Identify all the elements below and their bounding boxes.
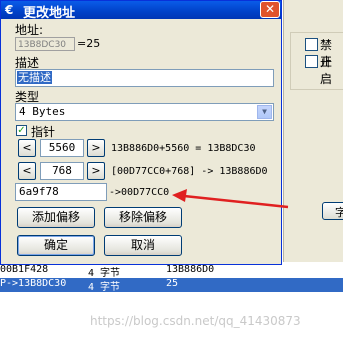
row-address: 00B1F428 — [0, 264, 49, 275]
chevron-left-icon: < — [22, 164, 32, 177]
dialog-title: 更改地址 — [23, 6, 76, 21]
background-checkbox-2[interactable] — [305, 55, 318, 68]
offset-2-increment-button[interactable]: > — [87, 162, 105, 180]
chevron-left-icon: < — [22, 141, 32, 154]
offset-2-input[interactable]: 768 — [40, 162, 84, 180]
offset-1-input[interactable]: 5560 — [40, 139, 84, 157]
pointer-checkbox[interactable]: ✓ — [16, 125, 27, 136]
background-checkbox-2-label: 开启 — [320, 55, 333, 86]
row-address: P->13B8DC30 — [0, 278, 67, 289]
watermark: https://blog.csdn.net/qq_41430873 — [90, 314, 301, 328]
background-checkbox-1[interactable] — [305, 38, 318, 51]
chevron-right-icon: > — [91, 164, 101, 177]
row-value: 13B886D0 — [166, 264, 215, 275]
row-type: 4 字节 — [88, 282, 121, 293]
offset-1-decrement-button[interactable]: < — [18, 139, 36, 157]
type-select[interactable]: 4 Bytes ▼ — [15, 103, 274, 121]
app-icon: € — [5, 3, 14, 17]
type-select-value: 4 Bytes — [19, 105, 66, 118]
base-address-result: ->00D77CC0 — [109, 187, 170, 198]
add-offset-button[interactable]: 添加偏移 — [17, 207, 95, 228]
chevron-right-icon: > — [91, 141, 101, 154]
ok-button[interactable]: 确定 — [17, 235, 95, 256]
address-label: 地址: — [15, 23, 44, 37]
base-address-input[interactable]: 6a9f78 — [15, 183, 107, 201]
row-value: 25 — [166, 278, 179, 289]
background-partial-button[interactable]: 字 — [322, 202, 343, 220]
background-partial-button-label: 字 — [335, 206, 343, 219]
cancel-button[interactable]: 取消 — [104, 235, 182, 256]
change-address-dialog: € 更改地址 ✕ 地址: 13B8DC30 =25 描述 无描述 类型 4 By… — [0, 0, 282, 265]
annotation-arrow-icon — [172, 189, 289, 209]
pointer-label: 指针 — [31, 125, 56, 139]
description-value: 无描述 — [17, 71, 52, 84]
table-row-selected[interactable]: P->13B8DC30 4 字节 25 — [0, 278, 343, 293]
address-result: =25 — [77, 37, 101, 50]
offset-2-calculation: [00D77CC0+768] -> 13B886D0 — [111, 166, 268, 177]
background-address-list: 00B1F428 4 字节 13B886D0 P->13B8DC30 4 字节 … — [0, 262, 343, 340]
offset-2-decrement-button[interactable]: < — [18, 162, 36, 180]
offset-1-calculation: 13B886D0+5560 = 13B8DC30 — [111, 143, 256, 154]
address-field: 13B8DC30 — [15, 37, 75, 51]
offset-1-increment-button[interactable]: > — [87, 139, 105, 157]
title-bar[interactable]: € 更改地址 ✕ — [1, 1, 281, 21]
chevron-down-icon[interactable]: ▼ — [257, 105, 272, 119]
close-button[interactable]: ✕ — [260, 1, 280, 18]
close-icon: ✕ — [264, 2, 276, 16]
description-input[interactable]: 无描述 — [15, 69, 274, 87]
row-type: 4 字节 — [88, 268, 121, 279]
